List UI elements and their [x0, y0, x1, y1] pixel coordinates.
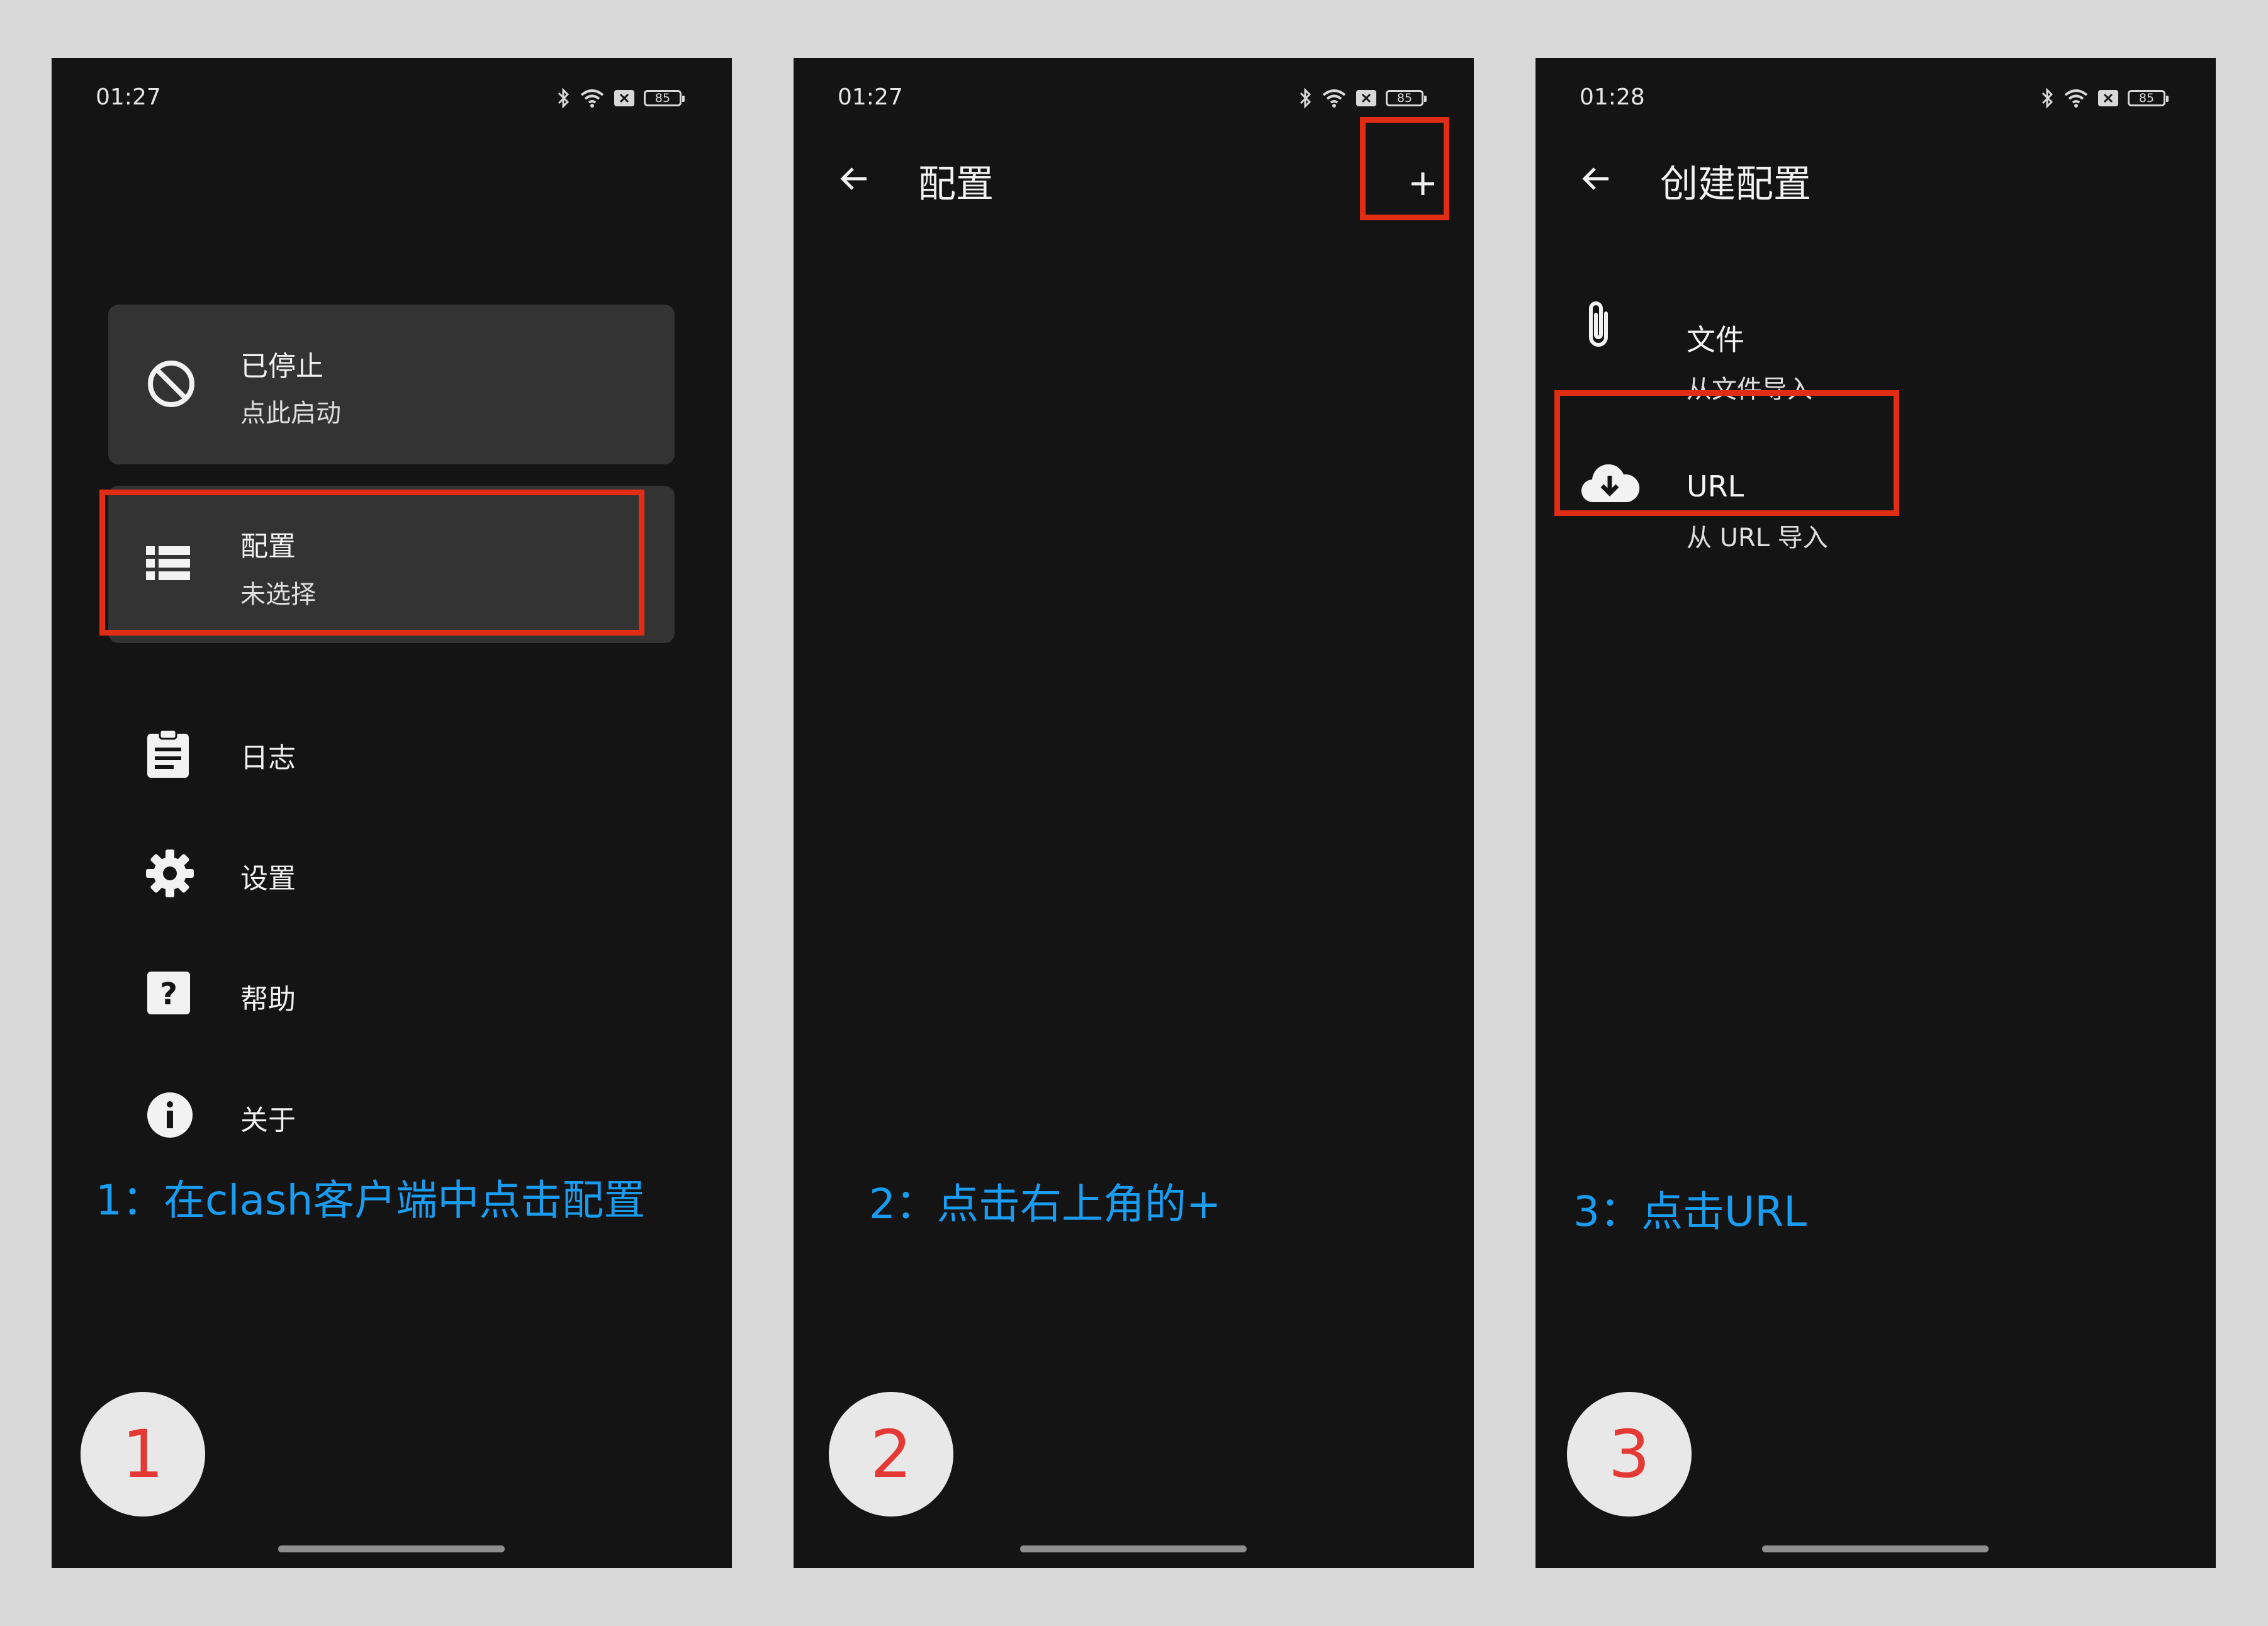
menu-item-logs[interactable]: 日志 [108, 712, 675, 788]
instruction-caption: 3：点击URL [1573, 1187, 1807, 1236]
bluetooth-icon [2041, 87, 2055, 109]
clipboard-icon [146, 729, 190, 782]
home-indicator[interactable] [1020, 1545, 1247, 1552]
card-subtitle: 点此启动 [240, 399, 341, 428]
home-indicator[interactable] [278, 1545, 505, 1552]
option-subtitle: 从 URL 导入 [1687, 524, 1828, 552]
step-number-badge: 3 [1567, 1392, 1692, 1517]
highlight-box-url [1554, 390, 1899, 516]
back-arrow-icon[interactable] [1580, 162, 1612, 198]
menu-item-settings[interactable]: 设置 [108, 833, 675, 909]
gear-icon [146, 849, 194, 900]
status-time: 01:27 [96, 84, 161, 110]
phone-screen-1: 01:27 85 已停止 点此启动 配置 未选择 日志 设置 ? 帮助 关于 1… [52, 58, 732, 1568]
home-indicator[interactable] [1762, 1545, 1989, 1552]
status-time: 01:27 [838, 84, 903, 110]
battery-icon: 85 [2128, 90, 2169, 106]
menu-label: 关于 [240, 1104, 296, 1136]
wifi-icon [2063, 88, 2089, 108]
help-icon: ? [146, 970, 191, 1018]
info-icon [146, 1091, 194, 1141]
back-arrow-icon[interactable] [838, 162, 870, 198]
page-title: 创建配置 [1660, 162, 1811, 206]
block-icon [146, 359, 196, 412]
wifi-icon [1322, 88, 1347, 108]
svg-text:?: ? [160, 977, 177, 1012]
status-bar: 01:28 85 [1535, 58, 2216, 133]
bluetooth-icon [1299, 87, 1313, 109]
sim-disabled-icon [2097, 89, 2119, 107]
status-time: 01:28 [1580, 84, 1645, 110]
instruction-caption: 1：在clash客户端中点击配置 [96, 1176, 646, 1225]
menu-label: 日志 [240, 742, 296, 774]
menu-item-help[interactable]: ? 帮助 [108, 954, 675, 1029]
sim-disabled-icon [614, 89, 635, 107]
menu-label: 帮助 [240, 984, 296, 1016]
card-title: 已停止 [240, 350, 323, 383]
paperclip-icon [1580, 296, 1617, 355]
menu-label: 设置 [240, 863, 296, 895]
battery-icon: 85 [1386, 90, 1427, 106]
option-title: 文件 [1687, 323, 1744, 357]
page-title: 配置 [918, 162, 994, 206]
menu-item-about[interactable]: 关于 [108, 1075, 675, 1150]
phone-screen-2: 01:27 85 配置 2：点击右上角的+ 2 [794, 58, 1474, 1568]
highlight-box-add [1360, 117, 1449, 220]
import-from-file-option[interactable]: 文件 从文件导入 [1561, 247, 1938, 404]
wifi-icon [580, 88, 605, 108]
status-card-stopped[interactable]: 已停止 点此启动 [108, 305, 675, 464]
battery-icon: 85 [644, 90, 685, 106]
step-number-badge: 1 [81, 1392, 205, 1517]
step-number-badge: 2 [829, 1392, 953, 1517]
status-bar: 01:27 85 [52, 58, 732, 133]
phone-screen-3: 01:28 85 创建配置 文件 从文件导入 URL 从 URL 导入 3：点击… [1535, 58, 2216, 1568]
sim-disabled-icon [1356, 89, 1377, 107]
highlight-box-config [99, 490, 644, 636]
bluetooth-icon [557, 87, 571, 109]
instruction-caption: 2：点击右上角的+ [869, 1180, 1221, 1228]
